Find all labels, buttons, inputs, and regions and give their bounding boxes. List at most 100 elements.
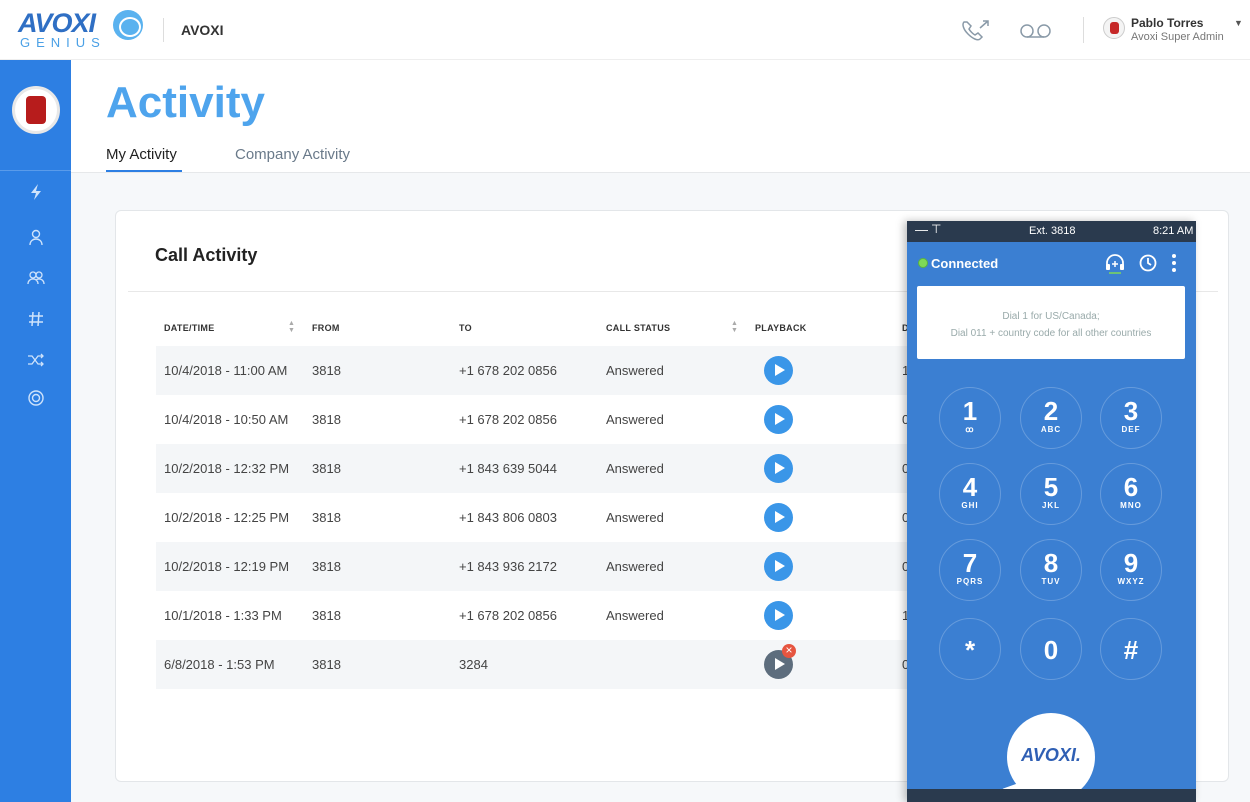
cell-to: +1 678 202 0856 [459,412,557,427]
user-avatar[interactable] [1103,17,1125,39]
play-icon[interactable] [764,503,793,532]
history-clock-icon[interactable] [1137,251,1159,280]
user-icon[interactable] [23,224,49,250]
cell-from: 3818 [312,657,341,672]
avoxi-call-button[interactable]: AVOXI. [1007,713,1095,801]
cell-datetime: 10/2/2018 - 12:25 PM [164,510,290,525]
dial-key-0[interactable]: 0 [1020,618,1082,680]
dial-key-star[interactable]: * [939,618,1001,680]
divider [0,170,71,171]
page-title: Activity [106,78,265,127]
tab-my-activity[interactable]: My Activity [106,146,177,163]
dial-key-7[interactable]: 7 PQRS [939,539,1001,601]
dial-hint: Dial 1 for US/Canada; [1002,311,1100,322]
divider [163,18,164,42]
avoxi-genius-logo[interactable]: AVOXI GENIUS [18,8,148,52]
cell-from: 3818 [312,510,341,525]
play-icon[interactable] [764,552,793,581]
bolt-icon[interactable] [23,179,49,205]
voicemail-icon[interactable] [1018,18,1054,44]
cell-datetime: 10/2/2018 - 12:19 PM [164,559,290,574]
table-row[interactable]: 10/2/2018 - 12:25 PM 3818 +1 843 806 080… [156,493,916,542]
phone-forward-icon[interactable] [958,18,992,44]
cell-status: Answered [606,363,664,378]
play-unavailable-icon [764,644,796,679]
dial-key-9[interactable]: 9 WXYZ [1100,539,1162,601]
cell-datetime: 10/2/2018 - 12:32 PM [164,461,290,476]
pin-icon[interactable]: ⊤ [931,222,941,236]
tab-company-activity[interactable]: Company Activity [235,146,350,163]
cell-from: 3818 [312,461,341,476]
voicemail-icon: ꝏ [965,425,975,434]
extension-label: Ext. 3818 [1029,225,1076,237]
table-row[interactable]: 10/2/2018 - 12:32 PM 3818 +1 843 639 504… [156,444,916,493]
dial-key-6[interactable]: 6 MNO [1100,463,1162,525]
minimize-icon[interactable]: — [915,222,928,237]
cell-status: Answered [606,412,664,427]
cell-to: +1 678 202 0856 [459,363,557,378]
cell-status: Answered [606,608,664,623]
cell-status: Answered [606,461,664,476]
connected-status-dot [918,258,928,268]
company-logo-avatar[interactable] [12,86,60,134]
cell-from: 3818 [312,559,341,574]
hash-icon[interactable] [23,306,49,332]
table-row[interactable]: 10/4/2018 - 11:00 AM 3818 +1 678 202 085… [156,346,916,395]
dial-key-1[interactable]: 1ꝏ [939,387,1001,449]
headset-icon[interactable] [1103,251,1127,280]
dial-key-hash[interactable]: # [1100,618,1162,680]
dial-key-8[interactable]: 8 TUV [1020,539,1082,601]
cell-from: 3818 [312,608,341,623]
column-header-call-status[interactable]: CALL STATUS [606,323,670,333]
account-name[interactable]: AVOXI [181,22,224,38]
cell-status: Answered [606,559,664,574]
avoxi-logo: AVOXI. [1021,745,1081,765]
cell-to: +1 843 806 0803 [459,510,557,525]
column-header-to: TO [459,323,472,333]
cell-from: 3818 [312,363,341,378]
table-row[interactable]: 10/2/2018 - 12:19 PM 3818 +1 843 936 217… [156,542,916,591]
table-row[interactable]: 6/8/2018 - 1:53 PM 3818 3284 0 [156,640,916,689]
dial-input[interactable]: Dial 1 for US/Canada; Dial 011 + country… [917,286,1185,359]
chevron-down-icon[interactable]: ▼ [1234,18,1243,28]
play-icon[interactable] [764,356,793,385]
users-icon[interactable] [23,265,49,291]
sort-icon[interactable]: ▲ ▼ [288,320,295,334]
dial-key-4[interactable]: 4 GHI [939,463,1001,525]
dial-key-3[interactable]: 3 DEF [1100,387,1162,449]
dial-key-5[interactable]: 5 JKL [1020,463,1082,525]
cell-datetime: 10/1/2018 - 1:33 PM [164,608,282,623]
cell-datetime: 6/8/2018 - 1:53 PM [164,657,275,672]
column-header-datetime[interactable]: DATE/TIME [164,323,215,333]
divider [1083,17,1084,43]
top-bar: AVOXI GENIUS AVOXI Pablo Torres Avoxi Su… [0,0,1250,60]
table-row[interactable]: 10/1/2018 - 1:33 PM 3818 +1 678 202 0856… [156,591,916,640]
dial-key-2[interactable]: 2 ABC [1020,387,1082,449]
phone-footer [907,789,1196,802]
support-icon[interactable] [23,385,49,411]
brain-icon [113,10,143,40]
cell-to: 3284 [459,657,488,672]
play-icon[interactable] [764,405,793,434]
connection-status: Connected [931,256,999,271]
play-icon[interactable] [764,601,793,630]
cell-to: +1 843 639 5044 [459,461,557,476]
logo-subtext: GENIUS [20,35,106,50]
sort-icon[interactable]: ▲ ▼ [731,320,738,334]
card-title: Call Activity [155,245,258,265]
cell-to: +1 678 202 0856 [459,608,557,623]
user-role: Avoxi Super Admin [1131,31,1224,43]
more-menu-icon[interactable] [1169,251,1179,280]
shuffle-icon[interactable] [23,347,49,373]
cell-datetime: 10/4/2018 - 10:50 AM [164,412,289,427]
dial-hint: Dial 011 + country code for all other co… [950,328,1152,339]
column-header-playback: PLAYBACK [755,323,807,333]
cell-status: Answered [606,510,664,525]
divider [71,172,1250,173]
user-name[interactable]: Pablo Torres [1131,16,1203,30]
play-icon[interactable] [764,454,793,483]
softphone-panel: — ⊤ Ext. 3818 8:21 AM Connected Dial 1 f… [907,221,1196,802]
phone-status-bar: — ⊤ Ext. 3818 8:21 AM [907,221,1196,242]
table-row[interactable]: 10/4/2018 - 10:50 AM 3818 +1 678 202 085… [156,395,916,444]
column-header-from: FROM [312,323,340,333]
